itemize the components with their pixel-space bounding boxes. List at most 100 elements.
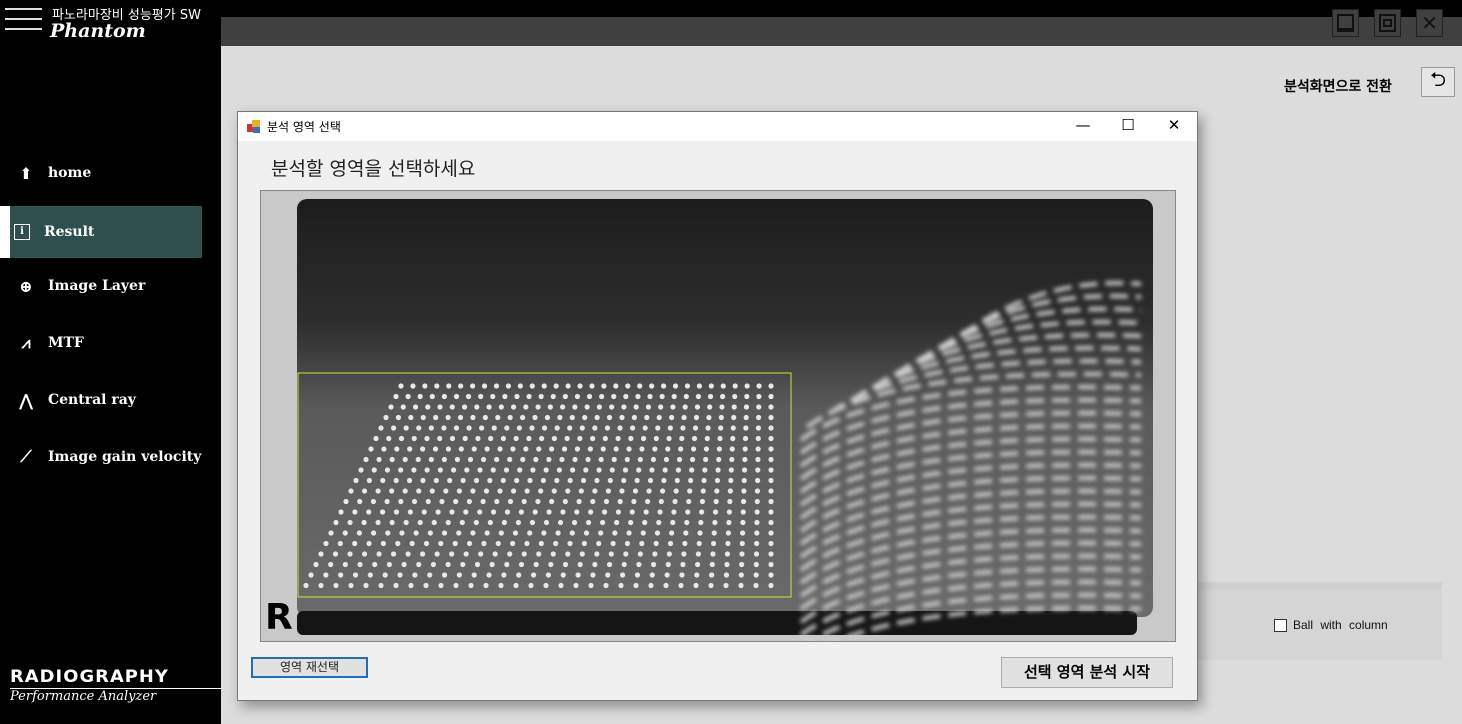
phantom-ball (541, 530, 547, 536)
phantom-ball (518, 509, 524, 515)
minimize-icon (1337, 14, 1354, 32)
phantom-ball (434, 551, 440, 557)
phantom-ball (361, 519, 367, 526)
phantom-ball (740, 519, 746, 526)
phantom-ball (386, 561, 392, 568)
phantom-ball (596, 540, 602, 547)
phantom-ball (755, 467, 761, 473)
phantom-ball (654, 530, 661, 536)
phantom-ball (679, 572, 685, 578)
sidebar-item-image-layer[interactable]: ⊕ Image Layer (0, 260, 202, 312)
phantom-ball (533, 456, 539, 463)
dialog-minimize-button[interactable]: — (1068, 116, 1098, 134)
minimize-button[interactable] (1332, 9, 1359, 37)
phantom-ball (653, 540, 659, 547)
phantom-ball (656, 519, 662, 526)
phantom-ball (642, 425, 648, 431)
phantom-ball (407, 509, 413, 515)
phantom-ball (681, 551, 687, 557)
phantom-ball (744, 383, 750, 389)
ball-with-column-checkbox[interactable] (1274, 619, 1287, 632)
phantom-ball (713, 498, 719, 505)
phantom-ball (480, 498, 486, 505)
phantom-ball (389, 456, 395, 463)
phantom-ball (428, 456, 434, 463)
sidebar-item-home[interactable]: ⬆ home (0, 147, 202, 199)
phantom-ball (575, 572, 581, 578)
phantom-ball (674, 477, 680, 484)
phantom-ball (740, 530, 746, 536)
phantom-ball (723, 572, 730, 578)
phantom-ball (348, 582, 354, 589)
phantom-ball (768, 467, 774, 473)
phantom-ball (719, 404, 725, 410)
phantom-ball (619, 488, 625, 494)
phantom-ball (649, 383, 655, 389)
phantom-ball (425, 404, 431, 410)
restore-button[interactable] (1374, 9, 1401, 37)
sidebar-item-mtf[interactable]: ⩘ MTF (0, 317, 202, 369)
phantom-ball (768, 477, 774, 484)
phantom-ball (570, 467, 576, 473)
phantom-ball (474, 561, 481, 568)
phantom-ball (453, 425, 460, 431)
start-analysis-button[interactable]: 선택 영역 분석 시작 (1001, 657, 1173, 688)
phantom-ball (682, 540, 688, 547)
phantom-ball (456, 572, 462, 578)
phantom-ball (427, 530, 433, 536)
sidebar-item-result[interactable]: i Result (0, 206, 202, 258)
dialog-close-button[interactable]: ✕ (1159, 116, 1189, 134)
phantom-ball (676, 456, 683, 463)
phantom-ball (432, 446, 439, 452)
phantom-ball (565, 383, 571, 389)
phantom-ball (366, 477, 372, 484)
phantom-ball (596, 404, 602, 410)
phantom-ball (585, 519, 592, 526)
phantom-ball (416, 488, 422, 494)
phantom-ball (600, 446, 606, 452)
phantom-ball (707, 404, 713, 410)
phantom-ball (357, 498, 363, 505)
phantom-ball (494, 498, 500, 505)
phantom-ball (640, 530, 646, 536)
phantom-ball (636, 561, 642, 568)
phantom-ball (381, 446, 387, 452)
phantom-ball (603, 582, 609, 589)
phantom-ball (437, 467, 443, 473)
phantom-ball (546, 509, 552, 515)
phantom-ball (569, 414, 575, 421)
hamburger-menu-icon[interactable] (5, 8, 42, 38)
phantom-ball (449, 404, 455, 410)
phantom-ball (526, 393, 532, 400)
sidebar-item-image-gain-velocity[interactable]: ⟋ Image gain velocity (0, 431, 202, 483)
phantom-ball (740, 498, 747, 505)
phantom-ball (380, 477, 386, 484)
close-button[interactable]: ✕ (1416, 9, 1443, 37)
phantom-ball (466, 498, 472, 505)
phantom-ball (768, 435, 774, 442)
dialog-maximize-button[interactable]: ☐ (1113, 116, 1143, 134)
phantom-ball (646, 488, 652, 494)
phantom-ball (768, 425, 774, 431)
phantom-ball (422, 383, 428, 389)
phantom-ball (478, 393, 484, 400)
switch-view-button[interactable]: ⮌ (1421, 67, 1455, 97)
phantom-ball (645, 404, 652, 410)
xray-image[interactable]: R (260, 190, 1176, 642)
phantom-ball (516, 425, 522, 431)
sidebar-item-central-ray[interactable]: ⋀ Central ray (0, 374, 202, 426)
phantom-ball (560, 509, 566, 515)
info-icon: i (14, 224, 30, 240)
phantom-ball (408, 414, 414, 421)
phantom-ball (679, 435, 685, 442)
probe-icon: ⟋ (20, 447, 32, 466)
sidebar-item-label: Result (44, 224, 95, 240)
phantom-ball (491, 425, 497, 431)
phantom-ball (555, 530, 561, 536)
phantom-ball (617, 425, 623, 431)
phantom-ball (515, 519, 522, 526)
phantom-ball (441, 572, 448, 578)
reselect-region-button[interactable]: 영역 재선택 (251, 657, 368, 678)
phantom-ball (753, 582, 759, 589)
phantom-ball (498, 530, 504, 536)
